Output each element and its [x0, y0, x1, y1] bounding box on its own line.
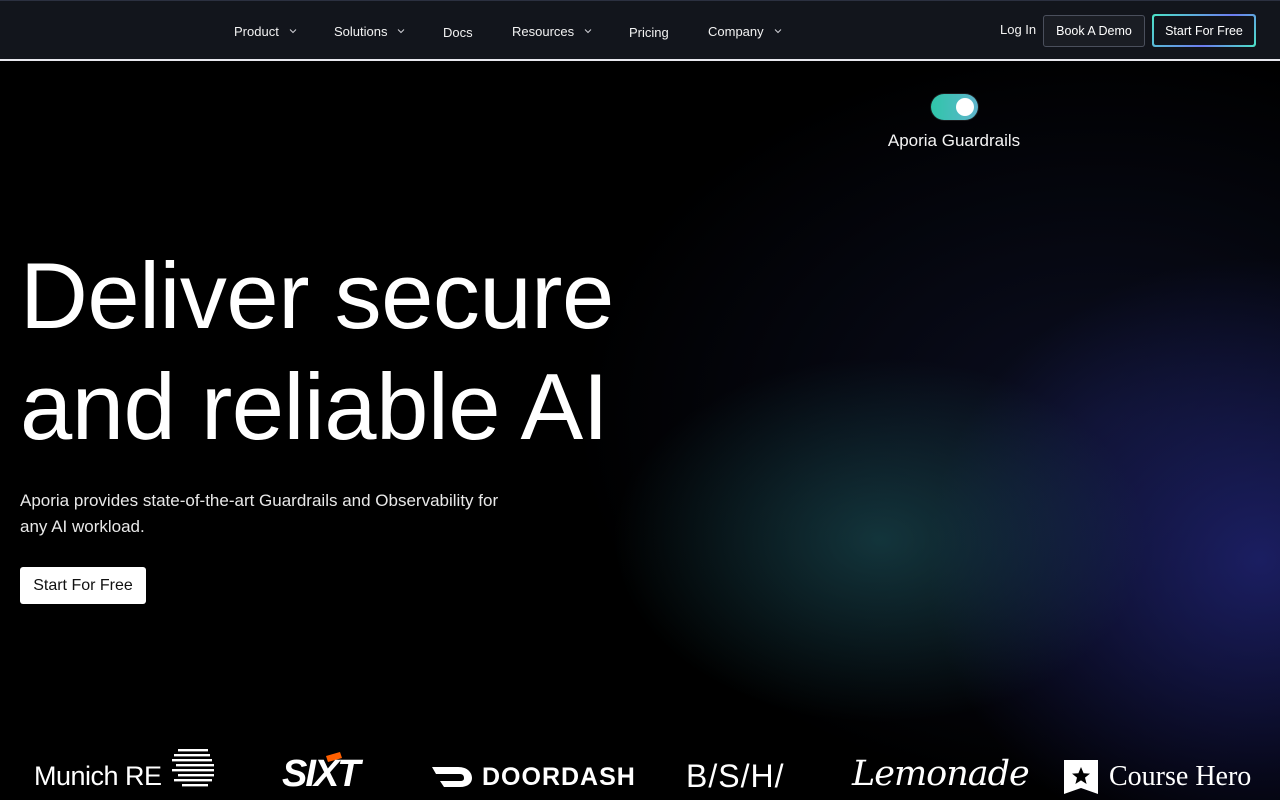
nav-item-label: Docs [443, 24, 473, 40]
munich-re-mark-icon [171, 749, 214, 787]
logo-text: SIXT [282, 752, 360, 795]
hero-subtitle: Aporia provides state-of-the-art Guardra… [20, 491, 499, 536]
bsh-logo: B/S/H/ [686, 758, 784, 794]
nav-item-label: Resources [512, 23, 575, 39]
lemonade-logo: Lemonade [852, 754, 1030, 794]
doordash-mark-icon [432, 767, 472, 787]
chevron-down-icon [774, 27, 782, 35]
nav-item-label: Solutions [334, 23, 388, 39]
nav-item-product[interactable]: Product [234, 21, 297, 41]
guardrails-toggle-label: Aporia Guardrails [887, 131, 1021, 150]
hero-title-line-1: Deliver secure [20, 243, 614, 348]
doordash-logo: DOORDASH [430, 760, 636, 794]
hero-start-free-button[interactable]: Start For Free [20, 567, 146, 604]
nav-item-solutions[interactable]: Solutions [334, 21, 405, 41]
login-link[interactable]: Log In [1000, 22, 1036, 37]
course-hero-shield-icon [1064, 760, 1098, 794]
nav-item-label: Product [234, 23, 279, 39]
start-free-nav-button[interactable]: Start For Free [1152, 14, 1256, 47]
guardrails-toggle[interactable] [931, 94, 978, 120]
chevron-down-icon [584, 27, 592, 35]
logo-text: B/S/H/ [686, 757, 785, 794]
nav-item-resources[interactable]: Resources [512, 21, 592, 41]
top-nav: Product Solutions Docs Resources Pricing… [0, 0, 1280, 61]
book-demo-button[interactable]: Book A Demo [1043, 15, 1145, 47]
logo-text: Course Hero [1109, 761, 1252, 792]
sixt-logo: SIXT [282, 752, 360, 796]
chevron-down-icon [397, 27, 405, 35]
page: Product Solutions Docs Resources Pricing… [0, 0, 1280, 800]
nav-item-label: Company [708, 23, 764, 39]
hero-title-line-2: and reliable AI [20, 354, 609, 459]
start-free-nav-label: Start For Free [1154, 16, 1254, 45]
logo-text: Munich RE [34, 760, 162, 791]
munich-re-logo: Munich RE [34, 744, 216, 794]
chevron-down-icon [289, 27, 297, 35]
nav-item-pricing[interactable]: Pricing [629, 22, 669, 42]
nav-item-company[interactable]: Company [708, 21, 782, 41]
logo-text: Lemonade [852, 754, 1030, 794]
course-hero-logo: Course Hero [1062, 757, 1251, 797]
hero-title: Deliver secure and reliable AI [20, 240, 680, 462]
nav-item-label: Pricing [629, 24, 669, 40]
logo-text: DOORDASH [482, 762, 636, 791]
toggle-knob [956, 98, 974, 116]
nav-item-docs[interactable]: Docs [443, 22, 473, 42]
